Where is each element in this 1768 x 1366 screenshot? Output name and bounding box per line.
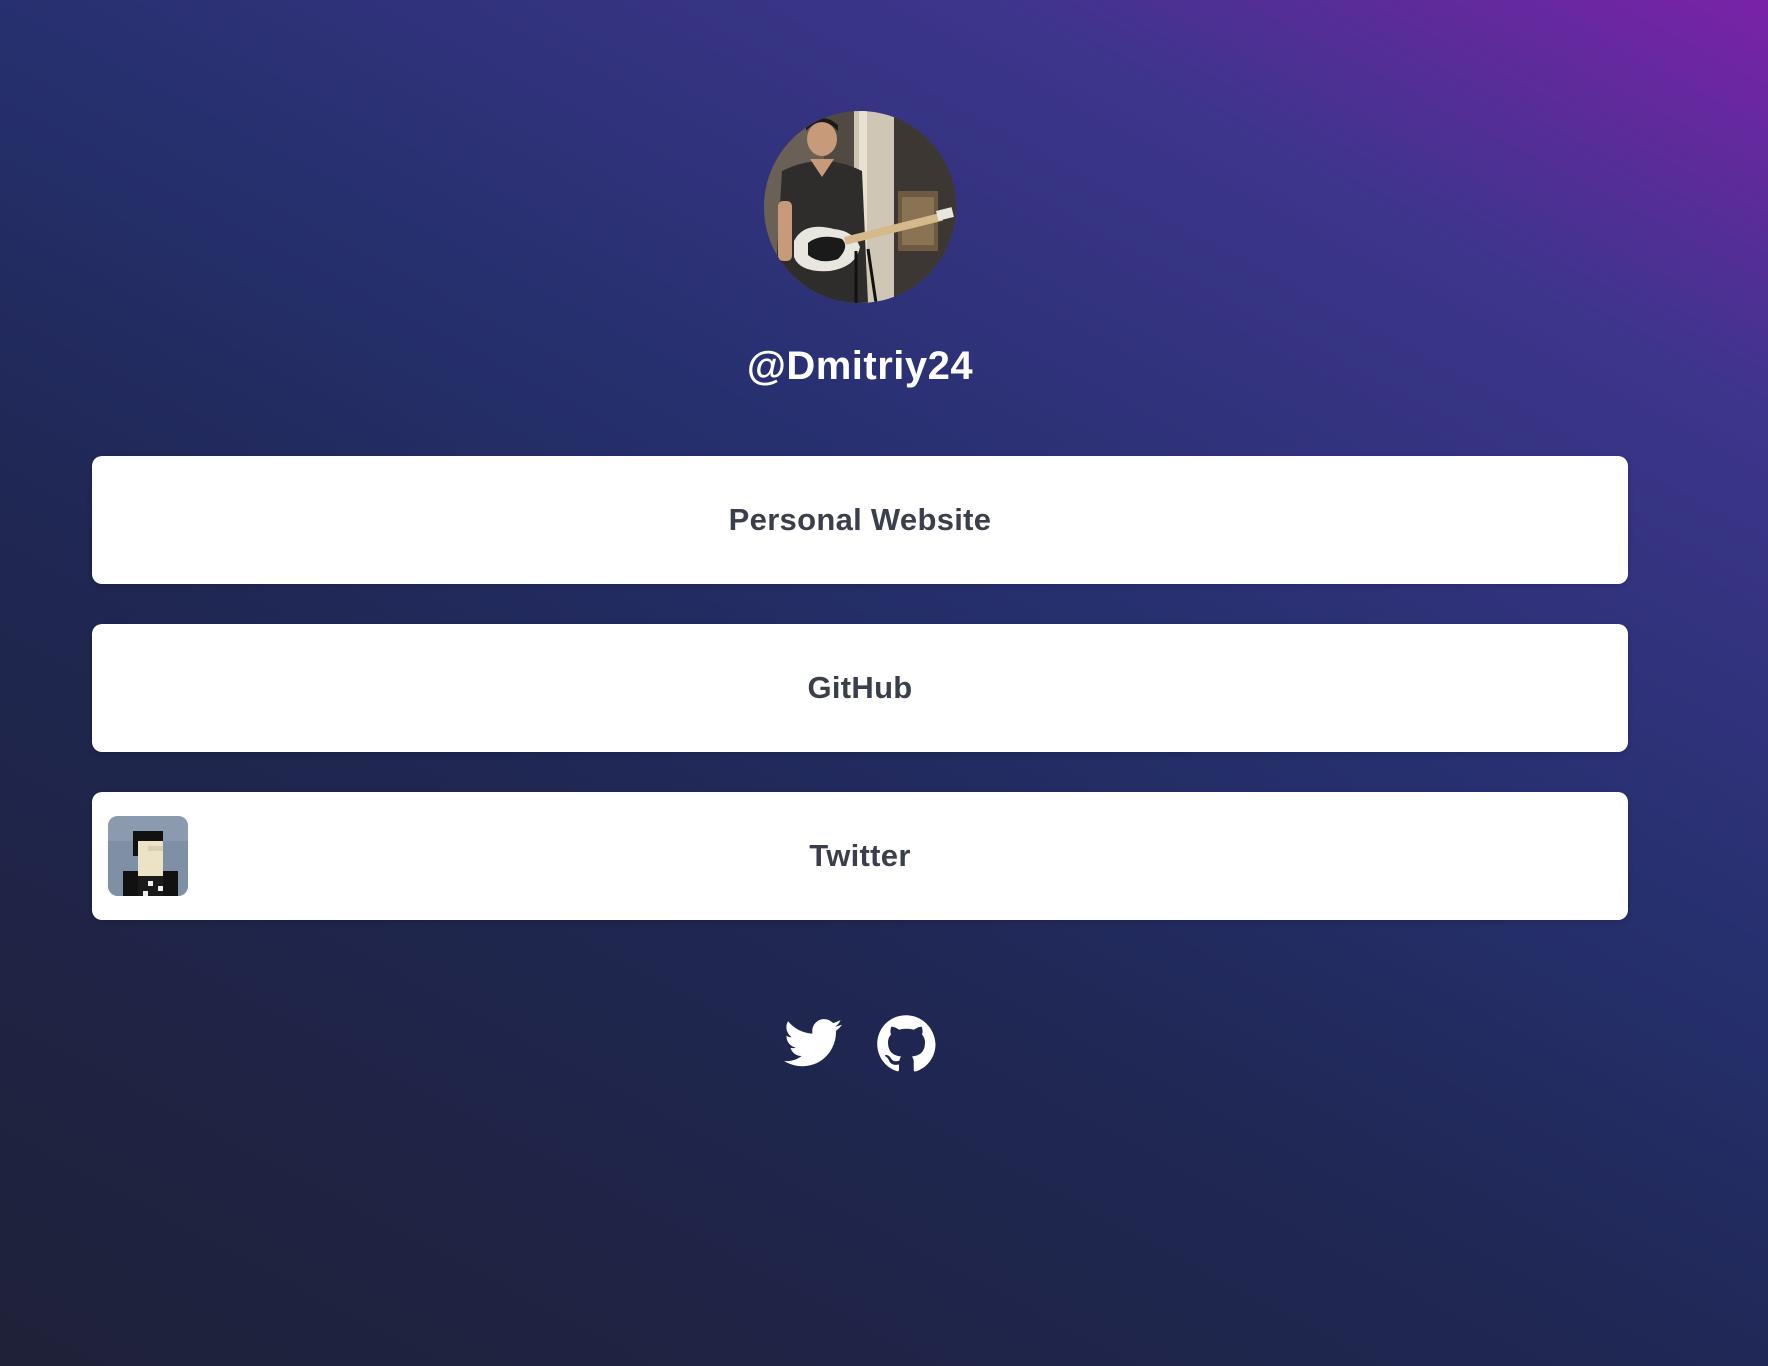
profile-avatar bbox=[764, 111, 956, 303]
profile-username: @Dmitriy24 bbox=[746, 344, 974, 388]
link-label: GitHub bbox=[807, 670, 913, 705]
link-twitter[interactable]: Twitter bbox=[92, 792, 1628, 920]
social-icons bbox=[784, 1012, 944, 1082]
linktree-page: @Dmitriy24 Personal Website GitHub Twitt… bbox=[0, 0, 1768, 1366]
github-icon[interactable] bbox=[876, 1014, 940, 1078]
twitter-icon[interactable] bbox=[784, 1018, 848, 1082]
link-label: Personal Website bbox=[728, 502, 992, 537]
link-personal-website[interactable]: Personal Website bbox=[92, 456, 1628, 584]
link-github[interactable]: GitHub bbox=[92, 624, 1628, 752]
link-label: Twitter bbox=[809, 838, 911, 873]
